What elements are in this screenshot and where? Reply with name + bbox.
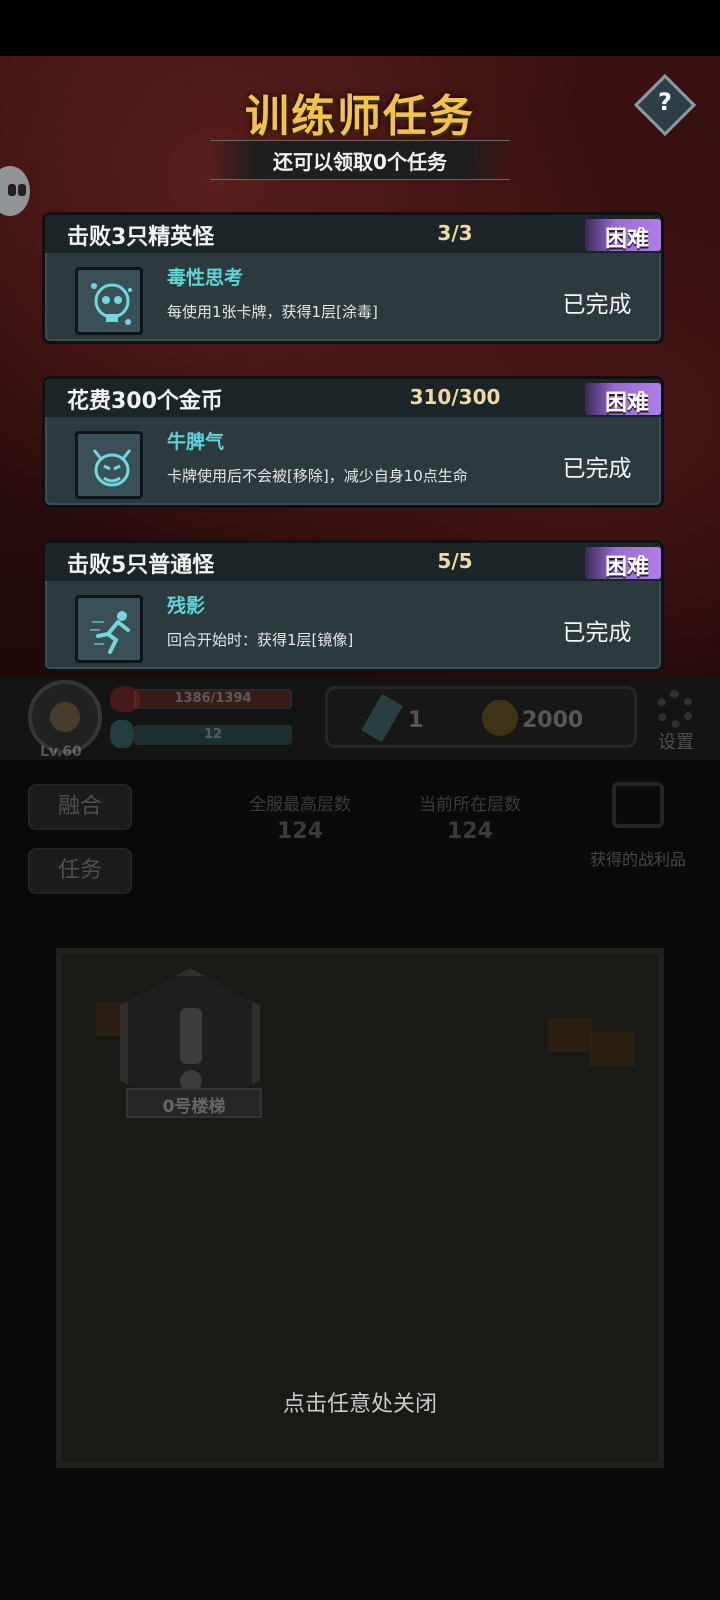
gem-count: 1 bbox=[408, 708, 424, 733]
reward-name: 残影 bbox=[167, 595, 206, 617]
demon-face-icon bbox=[75, 431, 143, 499]
status-bar bbox=[0, 0, 720, 56]
running-figure-icon bbox=[75, 595, 143, 663]
task-card[interactable]: 击败5只普通怪 5/5 困难 残影 回合开始时：获得1层[镜像] 已完成 bbox=[42, 540, 664, 672]
help-icon[interactable]: ? bbox=[643, 88, 687, 116]
coin-icon bbox=[482, 700, 518, 736]
task-card[interactable]: 花费300个金币 310/300 困难 牛脾气 卡牌使用后不会被[移除]，减少自… bbox=[42, 376, 664, 508]
task-progress: 310/300 bbox=[409, 385, 501, 409]
task-status: 已完成 bbox=[562, 292, 632, 318]
reward-desc: 卡牌使用后不会被[移除]，减少自身10点生命 bbox=[167, 467, 468, 485]
hp-value: 1386/1394 bbox=[174, 691, 252, 706]
task-card[interactable]: 击败3只精英怪 3/3 困难 毒性思考 每使用1张卡牌，获得1层[涂毒] 已完成 bbox=[42, 212, 664, 344]
server-top-floor-label: 全服最高层数 bbox=[249, 795, 351, 815]
player-level: Lv.60 bbox=[40, 744, 82, 760]
current-floor-value: 124 bbox=[447, 819, 493, 844]
settings-label[interactable]: 设置 bbox=[658, 728, 694, 754]
crate-icon bbox=[590, 1032, 634, 1066]
close-hint[interactable]: 点击任意处关闭 bbox=[0, 1386, 720, 1418]
reward-name: 毒性思考 bbox=[167, 267, 244, 289]
task-name: 击败3只精英怪 bbox=[67, 225, 215, 250]
reward-desc: 回合开始时：获得1层[镜像] bbox=[167, 631, 354, 649]
server-top-floor: 全服最高层数 124 bbox=[220, 790, 380, 844]
reward-name: 牛脾气 bbox=[167, 431, 225, 453]
gold-count: 2000 bbox=[522, 708, 584, 733]
task-name: 花费300个金币 bbox=[67, 389, 223, 414]
difficulty-label: 困难 bbox=[604, 391, 649, 416]
subtitle: 还可以领取0个任务 bbox=[273, 150, 447, 174]
potion-icon bbox=[110, 720, 134, 748]
current-floor: 当前所在层数 124 bbox=[390, 790, 550, 844]
page-title: 训练师任务 bbox=[245, 91, 475, 142]
difficulty-label: 困难 bbox=[604, 555, 649, 580]
task-status: 已完成 bbox=[562, 620, 632, 646]
difficulty-label: 困难 bbox=[604, 227, 649, 252]
crate-icon bbox=[548, 1018, 592, 1052]
treasure-chest-icon[interactable] bbox=[612, 782, 664, 828]
exclamation-icon bbox=[180, 1008, 202, 1064]
quest-button[interactable]: 任务 bbox=[28, 848, 132, 894]
stair-label: 0号楼梯 bbox=[162, 1097, 226, 1117]
poison-skull-icon bbox=[75, 267, 143, 335]
gear-icon[interactable] bbox=[656, 690, 694, 728]
task-progress: 3/3 bbox=[437, 221, 473, 245]
task-name: 击败5只普通怪 bbox=[67, 553, 215, 578]
mp-bar: 12 bbox=[134, 725, 292, 745]
task-progress: 5/5 bbox=[437, 549, 473, 573]
mp-value: 12 bbox=[203, 727, 223, 742]
reward-desc: 每使用1张卡牌，获得1层[涂毒] bbox=[167, 303, 378, 321]
hp-bar: 1386/1394 bbox=[134, 689, 292, 709]
difficulty-badge: 困难 bbox=[585, 383, 661, 416]
current-floor-label: 当前所在层数 bbox=[419, 795, 521, 815]
difficulty-badge: 困难 bbox=[585, 547, 661, 580]
task-status: 已完成 bbox=[562, 456, 632, 482]
fuse-button[interactable]: 融合 bbox=[28, 784, 132, 830]
loot-label[interactable]: 获得的战利品 bbox=[590, 846, 686, 870]
avatar-face-icon bbox=[50, 702, 80, 732]
server-top-floor-value: 124 bbox=[277, 819, 323, 844]
difficulty-badge: 困难 bbox=[585, 219, 661, 252]
avatar[interactable] bbox=[28, 680, 102, 754]
